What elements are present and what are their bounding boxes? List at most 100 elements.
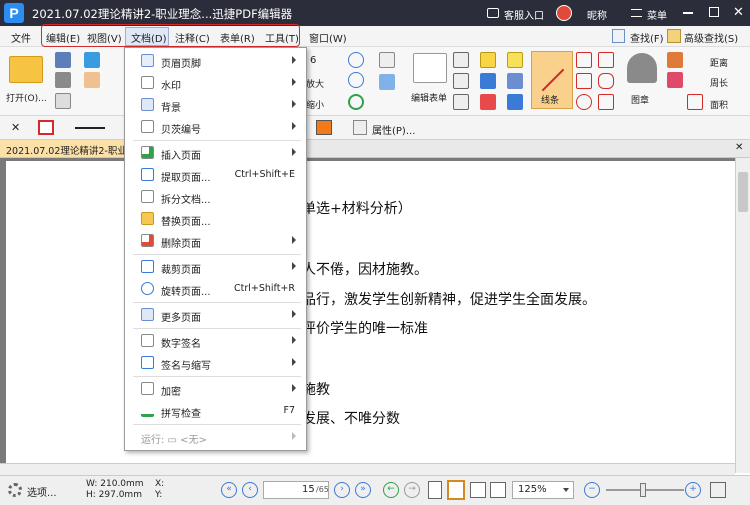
text-field-icon[interactable] xyxy=(453,52,469,68)
arrow-shape-icon[interactable] xyxy=(576,52,592,68)
properties-icon[interactable] xyxy=(353,120,367,135)
fill-color-picker[interactable] xyxy=(316,120,332,135)
continuous-view-icon[interactable] xyxy=(447,480,465,500)
highlight-text-icon[interactable] xyxy=(480,73,496,89)
line-style-picker[interactable] xyxy=(75,127,105,129)
customer-service-link[interactable]: 客服入口 xyxy=(504,7,544,22)
email-icon[interactable] xyxy=(55,93,71,109)
menu-item-bates-number[interactable]: 贝茨编号 xyxy=(125,117,306,137)
find-button[interactable]: 查找(F) xyxy=(630,30,664,45)
attach-icon[interactable] xyxy=(507,73,523,89)
note-icon[interactable] xyxy=(507,52,523,68)
zoom-value[interactable]: 6 xyxy=(310,55,316,66)
menu-item-extract-page[interactable]: 提取页面... Ctrl+Shift+E xyxy=(125,165,306,185)
zoom-out-button[interactable]: − xyxy=(584,482,600,498)
perimeter-icon[interactable] xyxy=(667,72,683,88)
user-name[interactable]: 昵称 xyxy=(587,7,607,22)
open-folder-icon[interactable] xyxy=(9,56,43,83)
find-icon[interactable] xyxy=(612,29,625,43)
edit-form-icon[interactable] xyxy=(413,53,447,83)
maximize-button[interactable] xyxy=(709,7,719,17)
callout-icon[interactable] xyxy=(453,94,469,110)
last-page-button[interactable]: » xyxy=(355,482,371,498)
menu-item-digital-signature[interactable]: 数字签名 xyxy=(125,331,306,351)
menu-item-rotate-page[interactable]: 旋转页面... Ctrl+Shift+R xyxy=(125,279,306,299)
line-tool-label[interactable]: 线条 xyxy=(541,93,559,106)
border-color-picker[interactable] xyxy=(38,120,54,135)
advanced-find-icon[interactable] xyxy=(667,29,681,43)
zoom-in-icon[interactable] xyxy=(348,52,364,68)
distance-icon[interactable] xyxy=(667,52,683,68)
zoom-in-label[interactable]: 放大 xyxy=(306,77,324,90)
typewriter-icon[interactable] xyxy=(480,52,496,68)
options-button[interactable]: 选项... xyxy=(27,484,57,499)
menu-label[interactable]: 菜单 xyxy=(647,7,667,22)
print-icon[interactable] xyxy=(55,72,71,88)
zoom-slider-thumb[interactable] xyxy=(640,483,646,497)
zoom-out-icon[interactable] xyxy=(348,72,364,88)
area-icon[interactable] xyxy=(687,94,703,110)
menu-item-split-document[interactable]: 拆分文档... xyxy=(125,187,306,207)
image-add-icon[interactable] xyxy=(379,74,395,90)
document-tab-label[interactable]: 2021.07.02理论精讲2-职业理 xyxy=(6,143,126,157)
back-button[interactable]: ← xyxy=(383,482,399,498)
zoom-out-label[interactable]: 缩小 xyxy=(306,98,324,111)
sound-icon[interactable] xyxy=(507,94,523,110)
stamp-label[interactable]: 图章 xyxy=(631,93,649,106)
next-page-button[interactable]: › xyxy=(334,482,350,498)
chevron-down-icon[interactable] xyxy=(563,488,569,492)
single-page-view-icon[interactable] xyxy=(428,481,442,499)
tab-close-icon[interactable]: ✕ xyxy=(735,142,743,153)
close-button[interactable]: ✕ xyxy=(733,5,744,20)
menu-item-crop-page[interactable]: 裁剪页面 xyxy=(125,257,306,277)
prev-page-button[interactable]: ‹ xyxy=(242,482,258,498)
menu-item-more-pages[interactable]: 更多页面 xyxy=(125,305,306,325)
edit-form-label[interactable]: 编辑表单 xyxy=(411,91,447,104)
polyline-shape-icon[interactable] xyxy=(598,94,614,110)
menu-item-delete-page[interactable]: 删除页面 xyxy=(125,231,306,251)
rectangle-shape-icon[interactable] xyxy=(576,73,592,89)
zoom-in-button[interactable]: + xyxy=(685,482,701,498)
avatar[interactable] xyxy=(556,5,572,21)
menu-item-background[interactable]: 背景 xyxy=(125,95,306,115)
cloud-shape-icon[interactable] xyxy=(598,73,614,89)
properties-button[interactable]: 属性(P)... xyxy=(372,122,415,137)
menu-item-sign-initial[interactable]: 签名与缩写 xyxy=(125,353,306,373)
stamp-icon[interactable] xyxy=(627,53,657,83)
strikeout-icon[interactable] xyxy=(480,94,496,110)
horizontal-scrollbar[interactable] xyxy=(0,463,735,475)
menu-item-watermark[interactable]: 水印 xyxy=(125,73,306,93)
area-label[interactable]: 面积 xyxy=(710,98,728,111)
menu-item-header-footer[interactable]: 页眉页脚 xyxy=(125,51,306,71)
current-page-input[interactable]: 15 xyxy=(302,484,315,495)
menu-window[interactable]: 窗口(W) xyxy=(309,30,347,45)
minimize-button[interactable] xyxy=(683,12,693,14)
menu-file[interactable]: 文件 xyxy=(11,30,31,45)
menu-icon[interactable] xyxy=(631,9,642,17)
menu-item-encrypt[interactable]: 加密 xyxy=(125,379,306,399)
menu-item-replace-page[interactable]: 替换页面... xyxy=(125,209,306,229)
zoom-value-label[interactable]: 125% xyxy=(518,484,547,495)
forward-button[interactable]: → xyxy=(404,482,420,498)
distance-label[interactable]: 距离 xyxy=(710,56,728,69)
menu-item-spell-check[interactable]: 拼写检查 F7 xyxy=(125,401,306,421)
text-add-icon[interactable] xyxy=(379,52,395,68)
perimeter-label[interactable]: 周长 xyxy=(710,76,728,89)
open-button-label[interactable]: 打开(O)... xyxy=(6,91,47,104)
hand-tool-icon[interactable] xyxy=(84,72,100,88)
cover-view-icon[interactable] xyxy=(490,482,506,498)
save-icon[interactable] xyxy=(55,52,71,68)
polygon-shape-icon[interactable] xyxy=(598,52,614,68)
gear-icon[interactable] xyxy=(8,483,22,497)
close-small-icon[interactable]: ✕ xyxy=(11,121,20,134)
first-page-button[interactable]: « xyxy=(221,482,237,498)
fullscreen-icon[interactable] xyxy=(710,482,726,498)
scroll-thumb[interactable] xyxy=(738,172,748,212)
document-page[interactable]: 单选+材料分析） 人不倦，因材施教。 品行，激发学生创新精神，促进学生全面发展。… xyxy=(6,161,735,463)
oval-shape-icon[interactable] xyxy=(576,94,592,110)
rotate-left-icon[interactable] xyxy=(348,94,364,110)
vertical-scrollbar[interactable] xyxy=(735,158,750,473)
cloud-icon[interactable] xyxy=(84,52,100,68)
text-box-icon[interactable] xyxy=(453,73,469,89)
customer-service-icon[interactable] xyxy=(487,8,499,18)
